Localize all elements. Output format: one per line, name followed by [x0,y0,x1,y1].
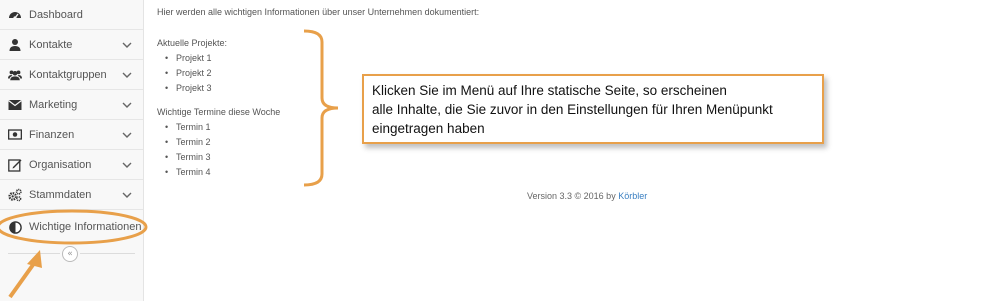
annotation-highlight-ellipse [0,209,148,245]
annotation-arrowhead [27,250,42,268]
annotation-brace [303,29,339,187]
annotation-overlay [0,29,339,299]
annotation-arrow [8,260,37,299]
